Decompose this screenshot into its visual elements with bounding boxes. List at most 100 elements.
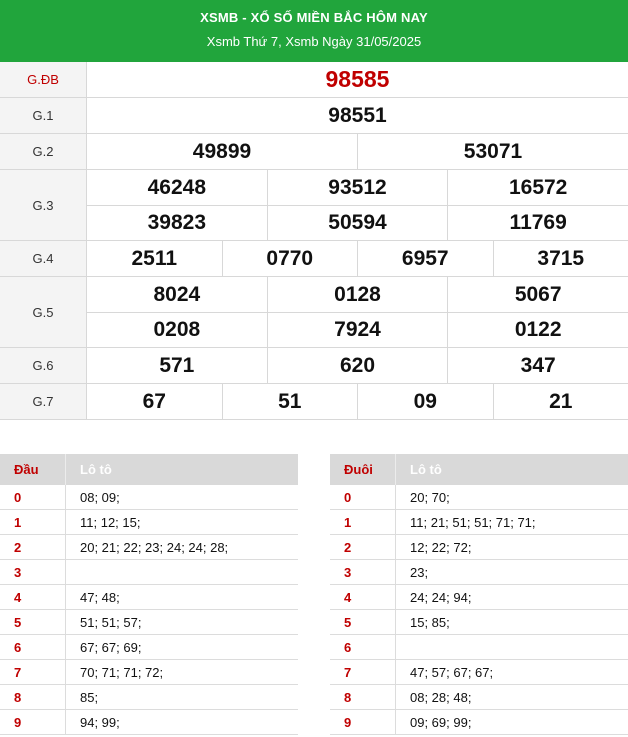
loto-tail-row-values: 47; 57; 67; 67; (410, 664, 494, 680)
loto-tail-row: 4 24; 24; 94; (330, 585, 628, 610)
loto-head-row-values: 11; 12; 15; (80, 514, 141, 530)
loto-head-row: 0 08; 09; (0, 485, 298, 510)
prize-number: 620 (266, 348, 448, 383)
loto-head-row-values: 47; 48; (80, 589, 120, 605)
page-title: XSMB - XỔ SỐ MIỀN BẮC HÔM NAY (200, 10, 428, 25)
prize-numbers: 571 620 347 (87, 348, 628, 383)
loto-head-header-key: Đầu (0, 454, 66, 485)
loto-tail-row-key: 1 (330, 510, 396, 534)
loto-head-header-values: Lô tô (80, 462, 112, 477)
prize-number: 93512 (266, 170, 448, 205)
loto-tail-row-key: 2 (330, 535, 396, 559)
loto-tail-row-key: 9 (330, 710, 396, 734)
loto-tail-row: 6 (330, 635, 628, 660)
loto-head-row-key: 6 (0, 635, 66, 659)
loto-head-row: 9 94; 99; (0, 710, 298, 735)
prize-number: 3715 (492, 241, 628, 276)
loto-head-row-key: 8 (0, 685, 66, 709)
prize-number: 0122 (447, 313, 628, 347)
prize-number: 11769 (447, 206, 628, 240)
prize-label: G.5 (0, 277, 87, 347)
loto-tail-row: 1 11; 21; 51; 51; 71; 71; (330, 510, 628, 535)
prize-row: G.6 571 620 347 (0, 348, 628, 384)
prize-number: 8024 (153, 282, 201, 306)
page-subtitle: Xsmb Thứ 7, Xsmb Ngày 31/05/2025 (206, 34, 422, 49)
loto-head-row-key: 4 (0, 585, 66, 609)
prize-numbers: 67 51 09 21 (87, 384, 628, 419)
prize-numbers: 2511 0770 6957 3715 (87, 241, 628, 276)
loto-tail-row-key: 8 (330, 685, 396, 709)
prize-number: 2511 (131, 246, 178, 270)
prize-number: 50594 (266, 206, 448, 240)
prize-number: 21 (492, 384, 628, 419)
loto-tail-row-key: 4 (330, 585, 396, 609)
prize-number-line: 49899 53071 (87, 134, 628, 169)
loto-tail-header-values: Lô tô (410, 462, 442, 477)
prize-number: 67 (142, 389, 166, 413)
prize-number: 571 (159, 353, 195, 377)
loto-head-row-values: 70; 71; 71; 72; (80, 664, 164, 680)
prize-number: 98551 (328, 103, 387, 127)
loto-tail-row-values: 09; 69; 99; (410, 714, 472, 730)
loto-tail-row-key: 7 (330, 660, 396, 684)
prize-number: 46248 (147, 175, 207, 199)
loto-head-row: 3 (0, 560, 298, 585)
prize-numbers: 49899 53071 (87, 134, 628, 169)
loto-tail-row-values: 24; 24; 94; (410, 589, 472, 605)
loto-tail-row-values: 11; 21; 51; 51; 71; 71; (410, 514, 536, 530)
loto-tail-row-key: 3 (330, 560, 396, 584)
loto-tail-row-values: 12; 22; 72; (410, 539, 472, 555)
loto-tail-row-key: 6 (330, 635, 396, 659)
loto-head-row-key: 5 (0, 610, 66, 634)
loto-tail-row: 9 09; 69; 99; (330, 710, 628, 735)
prize-number-line: 571 620 347 (87, 348, 628, 383)
loto-tail-row-values: 08; 28; 48; (410, 689, 472, 705)
special-prize-number: 98585 (325, 66, 390, 92)
prize-row: G.5 8024 0128 5067 0208 7924 0122 (0, 277, 628, 348)
loto-head-row-key: 9 (0, 710, 66, 734)
loto-head-row: 5 51; 51; 57; (0, 610, 298, 635)
prize-row: G.2 49899 53071 (0, 134, 628, 170)
prize-number: 53071 (357, 134, 628, 169)
loto-head-row: 2 20; 21; 22; 23; 24; 24; 28; (0, 535, 298, 560)
loto-head-row-values (66, 560, 298, 584)
loto-tail-table: Đuôi Lô tô 0 20; 70; 1 11; 21; 51; 51; 71; 71… (330, 454, 628, 735)
prize-label: G.ĐB (0, 62, 87, 97)
prize-label: G.7 (0, 384, 87, 419)
prize-row: G.1 98551 (0, 98, 628, 134)
prize-number-line: 46248 93512 16572 (87, 170, 628, 205)
loto-head-row: 8 85; (0, 685, 298, 710)
prize-number: 6957 (357, 241, 493, 276)
loto-tail-row: 7 47; 57; 67; 67; (330, 660, 628, 685)
loto-head-table: Đầu Lô tô 0 08; 09; 1 11; 12; 15; 2 20; 21; 22;… (0, 454, 298, 735)
loto-tail-row-values: 23; (410, 564, 429, 580)
loto-head-row: 7 70; 71; 71; 72; (0, 660, 298, 685)
prize-number-line: 98585 (87, 62, 628, 97)
loto-head-row-key: 3 (0, 560, 66, 584)
loto-tail-row-values: 15; 85; (410, 614, 450, 630)
prize-numbers: 98551 (87, 98, 628, 133)
prize-number-line: 0208 7924 0122 (87, 312, 628, 347)
loto-tail-row: 0 20; 70; (330, 485, 628, 510)
prize-label: G.2 (0, 134, 87, 169)
loto-head-row: 4 47; 48; (0, 585, 298, 610)
prize-label: G.4 (0, 241, 87, 276)
loto-head-row-values: 20; 21; 22; 23; 24; 24; 28; (80, 539, 229, 555)
loto-tail-row-key: 0 (330, 485, 396, 509)
page-header: XSMB - XỔ SỐ MIỀN BẮC HÔM NAY Xsmb Thứ 7… (0, 0, 628, 62)
loto-head-row-values: 85; (80, 689, 99, 705)
loto-head-row-values: 67; 67; 69; (80, 639, 142, 655)
prize-number: 51 (221, 384, 358, 419)
prize-number: 16572 (447, 170, 628, 205)
loto-head-row-key: 0 (0, 485, 66, 509)
prize-number: 49899 (192, 139, 252, 163)
prize-number-line: 67 51 09 21 (87, 384, 628, 419)
loto-tail-row: 2 12; 22; 72; (330, 535, 628, 560)
prize-numbers: 8024 0128 5067 0208 7924 0122 (87, 277, 628, 347)
loto-tail-row: 3 23; (330, 560, 628, 585)
prize-number: 09 (357, 384, 493, 419)
prize-label: G.6 (0, 348, 87, 383)
loto-head-row-values: 51; 51; 57; (80, 614, 142, 630)
loto-head-row-key: 1 (0, 510, 66, 534)
loto-head-row-values: 94; 99; (80, 714, 120, 730)
